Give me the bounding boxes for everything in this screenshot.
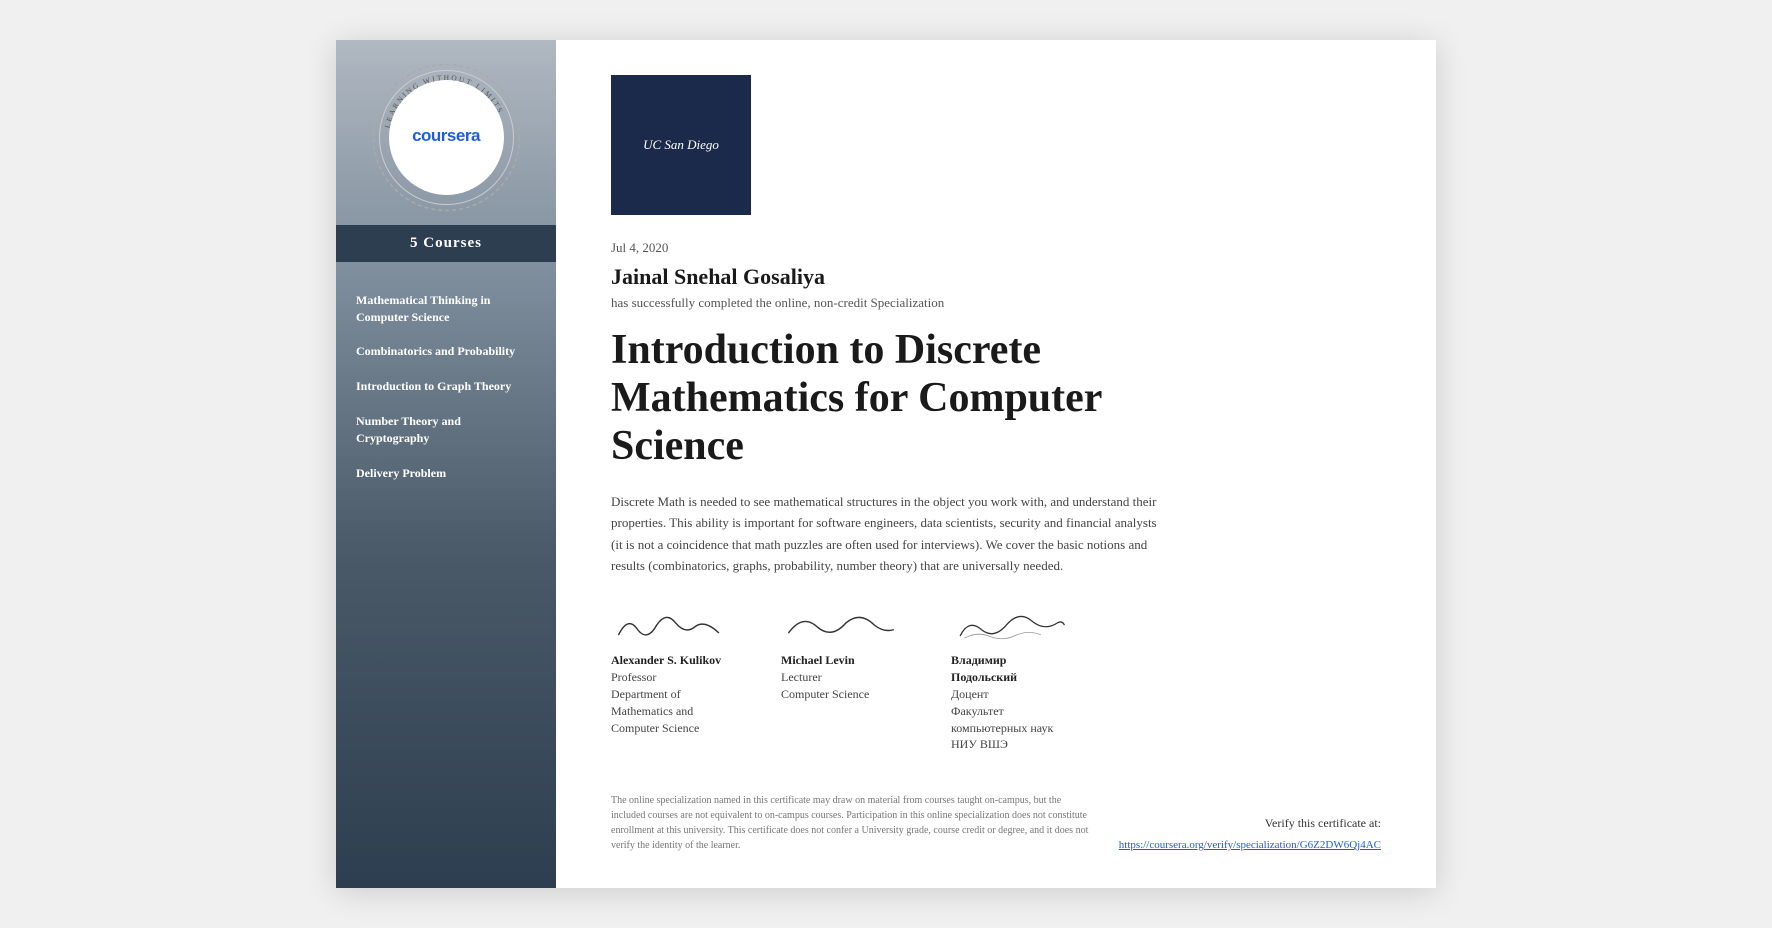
course-item-3[interactable]: Introduction to Graph Theory — [356, 378, 536, 395]
main-content: UC San Diego Jul 4, 2020 Jainal Snehal G… — [556, 40, 1436, 888]
verify-label: Verify this certificate at: — [1119, 816, 1381, 831]
signature-2-svg — [781, 606, 901, 644]
signatory-3-role: ДоцентФакультеткомпьютерных наукНИУ ВШЭ — [951, 686, 1053, 753]
cert-title: Introduction to Discrete Mathematics for… — [611, 326, 1171, 471]
signatory-3-name: ВладимирПодольский — [951, 652, 1017, 686]
coursera-badge: LEARNING WITHOUT LIMITS SPECIALIZATION C… — [369, 60, 524, 215]
sidebar: LEARNING WITHOUT LIMITS SPECIALIZATION C… — [336, 40, 556, 888]
recipient-name: Jainal Snehal Gosaliya — [611, 264, 1381, 290]
courses-count-banner: 5 Courses — [336, 225, 556, 262]
verify-block: Verify this certificate at: https://cour… — [1119, 816, 1381, 853]
signature-3-svg — [951, 606, 1071, 644]
course-list: Mathematical Thinking in Computer Scienc… — [336, 262, 556, 500]
signature-3-img — [951, 606, 1071, 644]
badge-area: LEARNING WITHOUT LIMITS SPECIALIZATION C… — [336, 40, 556, 225]
university-logo: UC San Diego — [611, 75, 751, 215]
disclaimer-text: The online specialization named in this … — [611, 793, 1091, 853]
bottom-row: The online specialization named in this … — [611, 753, 1381, 853]
courses-count-text: 5 Courses — [410, 235, 482, 251]
cert-description: Discrete Math is needed to see mathemati… — [611, 491, 1171, 577]
signature-1-svg — [611, 606, 731, 644]
verify-link[interactable]: https://coursera.org/verify/specializati… — [1119, 839, 1381, 851]
university-logo-area: UC San Diego — [611, 75, 1381, 215]
course-item-1[interactable]: Mathematical Thinking in Computer Scienc… — [356, 292, 536, 326]
signatory-1: Alexander S. Kulikov ProfessorDepartment… — [611, 606, 731, 736]
coursera-logo-text: coursera — [412, 126, 480, 146]
signatory-3: ВладимирПодольский ДоцентФакультеткомпью… — [951, 606, 1071, 753]
certificate-wrapper: LEARNING WITHOUT LIMITS SPECIALIZATION C… — [336, 40, 1436, 888]
signature-2-img — [781, 606, 901, 644]
badge-inner: coursera — [389, 80, 504, 195]
signatory-2-role: LecturerComputer Science — [781, 669, 869, 703]
signatory-1-role: ProfessorDepartment ofMathematics andCom… — [611, 669, 699, 736]
signature-1-img — [611, 606, 731, 644]
course-item-2[interactable]: Combinatorics and Probability — [356, 343, 536, 360]
course-item-4[interactable]: Number Theory and Cryptography — [356, 413, 536, 447]
course-item-5[interactable]: Delivery Problem — [356, 465, 536, 482]
cert-date: Jul 4, 2020 — [611, 240, 1381, 256]
signatory-2: Michael Levin LecturerComputer Science — [781, 606, 901, 702]
signatory-2-name: Michael Levin — [781, 652, 855, 669]
signatory-1-name: Alexander S. Kulikov — [611, 652, 721, 669]
completion-text: has successfully completed the online, n… — [611, 295, 1381, 311]
signatories-row: Alexander S. Kulikov ProfessorDepartment… — [611, 606, 1381, 753]
